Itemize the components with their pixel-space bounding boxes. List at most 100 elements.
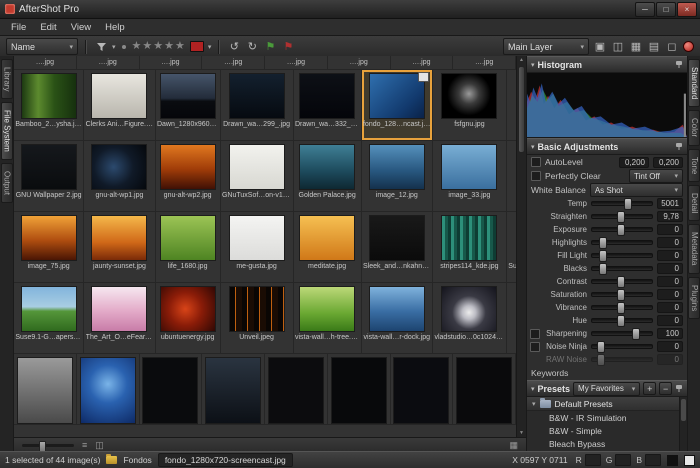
filter-chevron-icon[interactable]: ▾ xyxy=(112,43,116,51)
adjust-value[interactable]: 0 xyxy=(657,354,683,365)
thumbnail-cell[interactable] xyxy=(265,354,328,425)
list-view-icon[interactable]: ▤ xyxy=(647,39,661,55)
adjust-value[interactable]: 0 xyxy=(657,315,683,326)
thumbnail-cell[interactable]: Wallpaper02.jpg xyxy=(507,283,516,354)
vibrance-slider[interactable] xyxy=(591,305,653,310)
current-folder[interactable]: Fondos xyxy=(123,455,151,465)
thumbnail-cell[interactable]: fondo_128…ncast.jpg xyxy=(362,70,433,141)
star-icon[interactable]: ★ xyxy=(164,40,175,52)
collapse-icon[interactable]: ▾ xyxy=(531,61,535,69)
adjust-value[interactable]: 0 xyxy=(657,341,683,352)
thumbnail-cell[interactable]: jaunty-sunset.jpg xyxy=(84,212,155,283)
adjust-value[interactable]: 0 xyxy=(657,289,683,300)
thumbnail-cell[interactable]: life_1680.jpg xyxy=(156,212,221,283)
menu-lines-icon[interactable]: ≡ xyxy=(82,440,87,450)
highlights-slider[interactable] xyxy=(591,240,653,245)
sidebar-tab-output[interactable]: Output xyxy=(1,163,13,203)
autolevel-low-value[interactable]: 0,200 xyxy=(619,157,649,168)
autolevel-checkbox[interactable] xyxy=(531,157,541,167)
thumbnail-cell[interactable] xyxy=(14,354,77,425)
preset-item-bleach-bypass[interactable]: Bleach Bypass xyxy=(527,437,687,450)
slider-handle[interactable] xyxy=(599,237,607,249)
panel-tab-detail[interactable]: Detail xyxy=(688,185,700,221)
sidebar-tab-library[interactable]: Library xyxy=(1,59,13,99)
scroll-down-icon[interactable]: ▼ xyxy=(517,429,526,437)
tint-dropdown[interactable]: Tint Off ▾ xyxy=(629,169,683,183)
panel-tab-color[interactable]: Color xyxy=(688,110,700,145)
slider-handle[interactable] xyxy=(39,441,46,452)
thumbnail-cell[interactable]: Suse9.1-Bl…papers.jpg xyxy=(507,212,516,283)
add-preset-button[interactable]: + xyxy=(643,382,656,395)
slider-handle[interactable] xyxy=(624,198,632,210)
flag-pick-icon[interactable]: ⚑ xyxy=(263,39,277,55)
preset-item-b-w-ir-simulation[interactable]: B&W - IR Simulation xyxy=(527,411,687,424)
color-label-swatch[interactable] xyxy=(190,41,204,52)
presets-filter-dropdown[interactable]: My Favorites ▾ xyxy=(573,382,640,396)
presets-header[interactable]: ▾ Presets My Favorites ▾ + − xyxy=(527,380,687,397)
thumbnail-cell[interactable]: vista-wall…r-dock.jpg xyxy=(362,283,433,354)
slider-handle[interactable] xyxy=(599,263,607,275)
menu-view[interactable]: View xyxy=(64,22,98,33)
saturation-slider[interactable] xyxy=(591,292,653,297)
contrast-slider[interactable] xyxy=(591,279,653,284)
presets-scrollbar[interactable] xyxy=(679,397,687,452)
adjust-value[interactable]: 5001 xyxy=(657,198,683,209)
slider-handle[interactable] xyxy=(597,341,605,353)
flag-reject-icon[interactable]: ⚑ xyxy=(281,39,295,55)
adjust-value[interactable]: 100 xyxy=(657,328,683,339)
raw-noise-slider[interactable] xyxy=(591,357,653,362)
pin-icon[interactable] xyxy=(675,384,683,393)
panel-tab-plugins[interactable]: Plugins xyxy=(688,277,700,319)
fill-light-slider[interactable] xyxy=(591,253,653,258)
white-balance-dropdown[interactable]: As Shot ▾ xyxy=(590,183,683,197)
scroll-up-icon[interactable]: ▲ xyxy=(517,56,526,64)
adjust-value[interactable]: 9,78 xyxy=(657,211,683,222)
thumbnail-cell[interactable]: image_33.jpg xyxy=(433,141,507,212)
adjust-value[interactable]: 0 xyxy=(657,276,683,287)
maximize-button[interactable]: □ xyxy=(656,2,676,17)
remove-preset-button[interactable]: − xyxy=(659,382,672,395)
background-color-swatch[interactable] xyxy=(667,455,678,466)
star-icon[interactable]: ★ xyxy=(142,40,153,52)
straighten-slider[interactable] xyxy=(591,214,653,219)
preset-item-default-presets[interactable]: ▾Default Presets xyxy=(527,397,687,411)
panel-tab-tone[interactable]: Tone xyxy=(688,149,700,182)
adjust-value[interactable]: 0 xyxy=(657,263,683,274)
noise-ninja-checkbox[interactable] xyxy=(530,342,540,352)
thumbnail-cell[interactable]: GNuTuxSof…on-v1.jpg xyxy=(221,141,294,212)
preset-item-b-w-simple[interactable]: B&W - Simple xyxy=(527,424,687,437)
thumbnail-cell[interactable]: me-gusta.jpg xyxy=(221,212,294,283)
thumbnail-cell[interactable]: image_59.jpg xyxy=(507,141,516,212)
adjust-value[interactable]: 0 xyxy=(657,250,683,261)
autolevel-high-value[interactable]: 0,200 xyxy=(653,157,683,168)
blacks-slider[interactable] xyxy=(591,266,653,271)
scrollbar-thumb[interactable] xyxy=(681,399,686,421)
rotate-left-icon[interactable]: ↺ xyxy=(227,39,241,55)
thumbnail-cell[interactable]: Suse9.1-G…apers.jpg xyxy=(14,283,84,354)
thumbnail-cell[interactable]: Unveil.jpeg xyxy=(221,283,294,354)
adjust-value[interactable]: 0 xyxy=(657,302,683,313)
sharpening-slider[interactable] xyxy=(591,331,653,336)
thumbnail-cell[interactable]: Golden Palace.jpg xyxy=(294,141,362,212)
minimize-button[interactable]: ─ xyxy=(635,2,655,17)
panel-tab-metadata[interactable]: Metadata xyxy=(688,224,700,273)
thumbnail-cell[interactable]: meditate.jpg xyxy=(294,212,362,283)
slider-handle[interactable] xyxy=(617,276,625,288)
compare-view-icon[interactable]: ◫ xyxy=(611,39,625,55)
thumbnail-cell[interactable]: fsfgnu.jpg xyxy=(433,70,507,141)
pin-icon[interactable] xyxy=(675,142,683,151)
rotate-right-icon[interactable]: ↻ xyxy=(245,39,259,55)
star-icon[interactable]: ★ xyxy=(175,40,186,52)
thumbnail-cell[interactable] xyxy=(202,354,265,425)
thumbnail-cell[interactable]: vladstudio…0c1024.jpg xyxy=(433,283,507,354)
thumbnail-cell[interactable]: gnu-alt-wp1.jpg xyxy=(84,141,155,212)
slider-handle[interactable] xyxy=(617,315,625,327)
star-icon[interactable]: ★ xyxy=(132,40,143,52)
thumbnail-cell[interactable]: image_75.jpg xyxy=(14,212,84,283)
thumbnail-cell[interactable]: Drawn_wa…332_.jpg xyxy=(294,70,362,141)
menu-help[interactable]: Help xyxy=(98,22,132,33)
thumbnail-size-slider[interactable] xyxy=(22,444,74,447)
thumbnail-cell[interactable]: Drawn_wa…299_.jpg xyxy=(221,70,294,141)
scrollbar-thumb[interactable] xyxy=(518,66,525,153)
layer-dropdown[interactable]: Main Layer ▾ xyxy=(503,38,589,55)
